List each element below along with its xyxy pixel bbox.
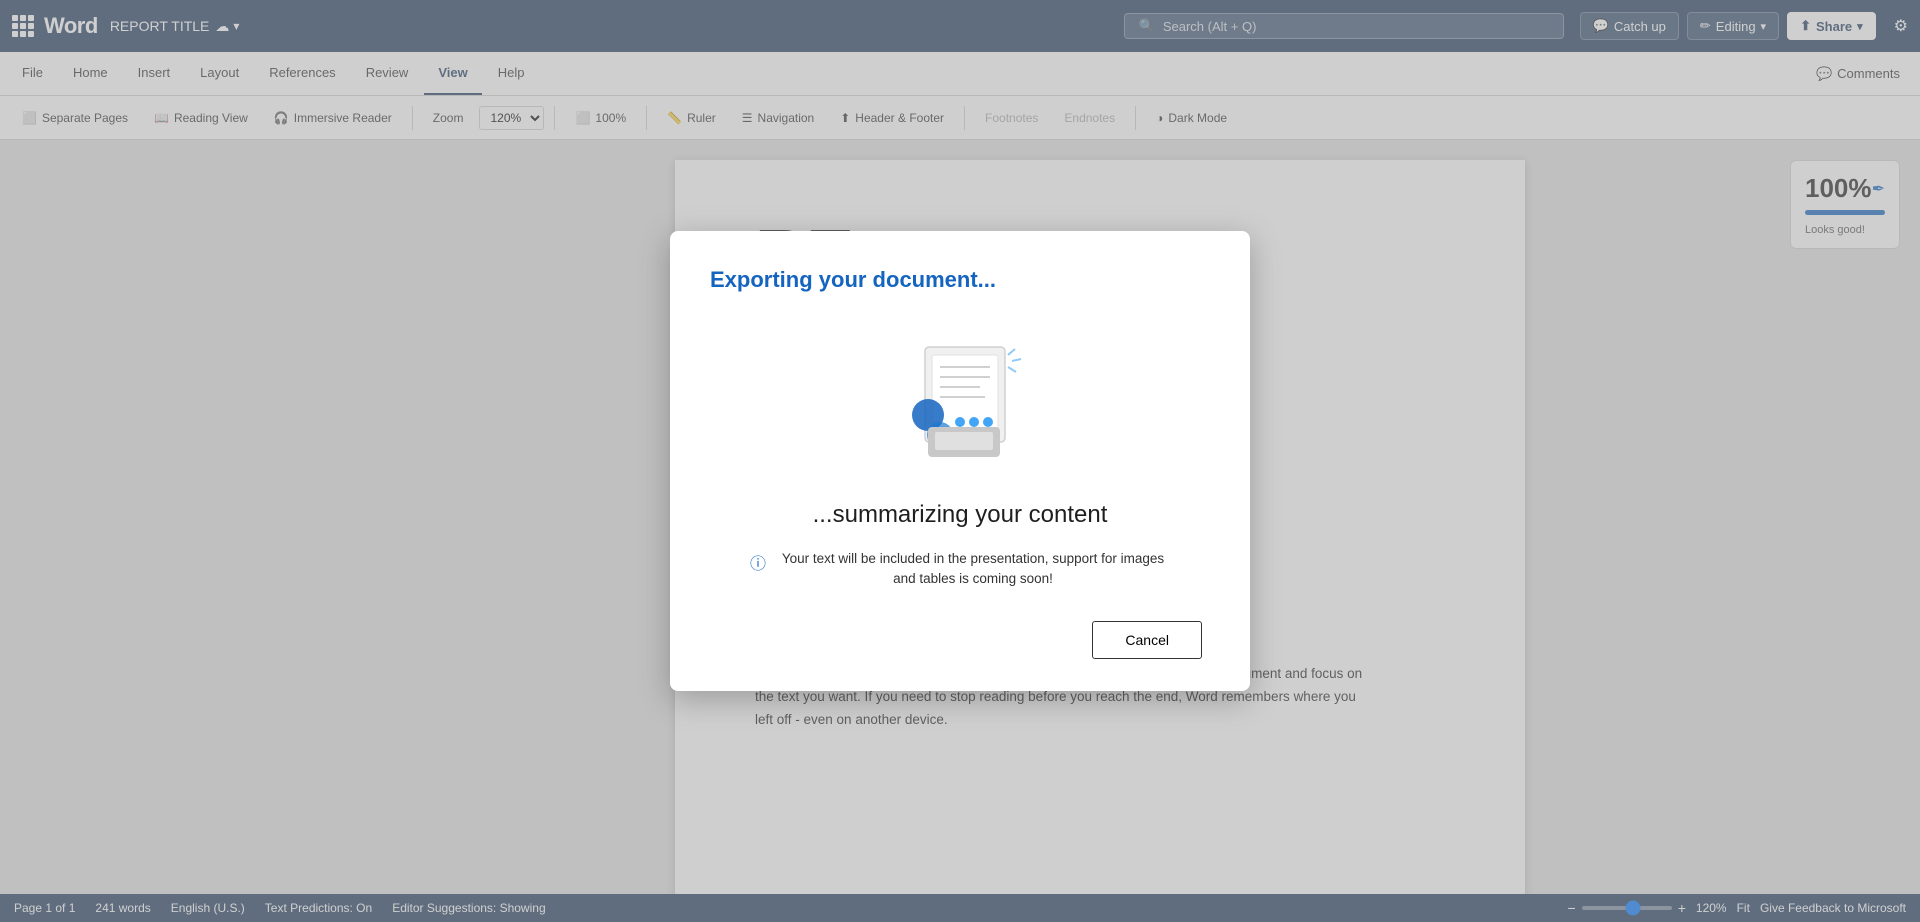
modal-info: ⓘ Your text will be included in the pres… — [750, 549, 1170, 590]
modal-title: Exporting your document... — [710, 267, 996, 293]
modal-info-text: Your text will be included in the presen… — [776, 549, 1170, 590]
export-modal: Exporting your document... — [670, 231, 1250, 692]
modal-status-text: ...summarizing your content — [813, 501, 1108, 529]
info-icon: ⓘ — [750, 550, 766, 574]
cancel-button[interactable]: Cancel — [1092, 621, 1202, 659]
modal-overlay: Exporting your document... — [0, 0, 1920, 922]
export-illustration — [860, 317, 1060, 477]
